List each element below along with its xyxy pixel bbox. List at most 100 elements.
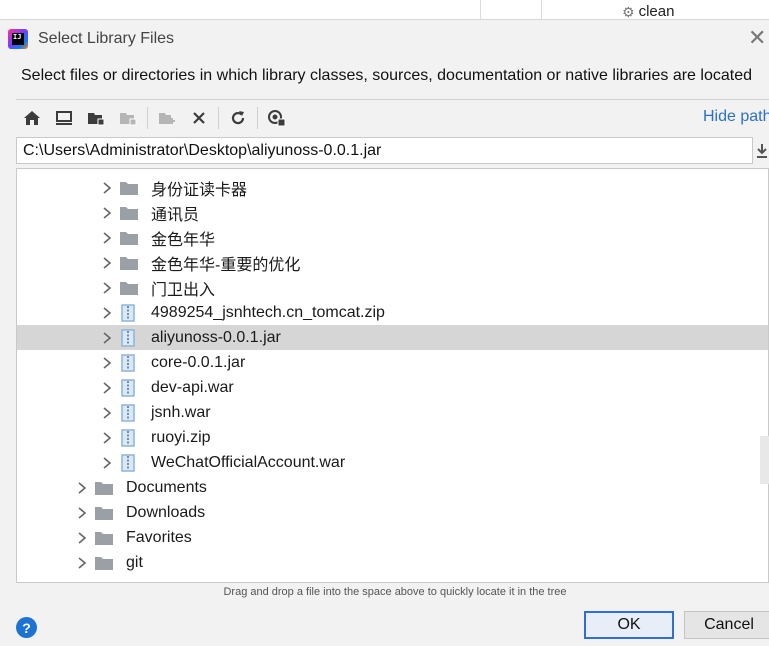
tree-row[interactable]: Downloads	[17, 500, 768, 525]
folder-icon	[120, 257, 138, 270]
folder-icon	[95, 482, 113, 495]
desktop-icon	[56, 111, 72, 125]
new-folder-icon	[159, 113, 175, 124]
background-divider	[541, 0, 542, 19]
tree-row[interactable]: Documents	[17, 475, 768, 500]
cancel-button[interactable]: Cancel	[684, 611, 769, 639]
tree-item-label: 身份证读卡器	[151, 181, 248, 199]
refresh-button[interactable]	[222, 104, 254, 132]
tree-row[interactable]: dev-api.war	[17, 375, 768, 400]
tree-item-label: Downloads	[126, 503, 206, 521]
tree-row[interactable]: 门卫出入	[17, 275, 768, 300]
chevron-right-icon[interactable]	[102, 332, 112, 344]
folder-icon	[95, 532, 113, 545]
ok-button[interactable]: OK	[584, 611, 674, 639]
toolbar-separator	[257, 107, 258, 129]
delete-icon	[193, 112, 205, 124]
tree-item-label: git	[126, 553, 143, 571]
chevron-right-icon[interactable]	[102, 307, 112, 319]
refresh-icon	[231, 111, 245, 125]
dialog-title-bar: IJ Select Library Files ✕	[0, 20, 769, 58]
folder-icon	[120, 182, 138, 195]
scrollbar-thumb[interactable]	[760, 436, 769, 484]
background-clean-item: ⚙ clean	[622, 3, 675, 21]
show-hidden-files-button[interactable]	[261, 104, 293, 132]
chevron-right-icon[interactable]	[102, 457, 112, 469]
module-folder-icon	[120, 113, 137, 126]
archive-file-icon	[121, 429, 135, 447]
chevron-right-icon[interactable]	[102, 207, 112, 219]
chevron-right-icon[interactable]	[102, 257, 112, 269]
hide-path-link[interactable]: Hide path	[703, 108, 769, 126]
chevron-right-icon[interactable]	[77, 482, 87, 494]
archive-file-icon	[121, 304, 135, 322]
tree-item-label: Documents	[126, 478, 207, 496]
tree-item-label: 门卫出入	[151, 281, 216, 299]
tree-item-label: core-0.0.1.jar	[151, 353, 246, 371]
tree-row[interactable]: core-0.0.1.jar	[17, 350, 768, 375]
tree-item-label: 4989254_jsnhtech.cn_tomcat.zip	[151, 303, 385, 321]
tree-item-label: aliyunoss-0.0.1.jar	[151, 328, 281, 346]
divider	[16, 99, 769, 100]
drag-drop-hint: Drag and drop a file into the space abov…	[223, 586, 567, 598]
intellij-logo-icon: IJ	[8, 29, 28, 49]
chevron-right-icon[interactable]	[102, 282, 112, 294]
folder-icon	[95, 507, 113, 520]
tree-row[interactable]: 通讯员	[17, 200, 768, 225]
tree-item-label: 通讯员	[151, 206, 200, 224]
tree-item-label: Favorites	[126, 528, 192, 546]
tree-row[interactable]: aliyunoss-0.0.1.jar	[17, 325, 768, 350]
chevron-right-icon[interactable]	[102, 357, 112, 369]
file-tree[interactable]: 身份证读卡器 通讯员金色年华金色年华-重要的优化 门卫出入 4989254_jsnht…	[16, 168, 769, 583]
module-directory-button[interactable]	[112, 104, 144, 132]
chevron-right-icon[interactable]	[77, 507, 87, 519]
chevron-right-icon[interactable]	[102, 432, 112, 444]
tree-row[interactable]: jsnh.war	[17, 400, 768, 425]
path-input[interactable]	[16, 137, 753, 164]
tree-item-label: ruoyi.zip	[151, 428, 211, 446]
folder-icon	[95, 557, 113, 570]
project-folder-icon	[88, 113, 105, 126]
desktop-button[interactable]	[48, 104, 80, 132]
tree-item-label: jsnh.war	[151, 403, 211, 421]
tree-item-label: 金色年华-重要的优化	[151, 256, 301, 274]
toolbar-separator	[218, 107, 219, 129]
new-folder-button[interactable]	[151, 104, 183, 132]
chevron-right-icon[interactable]	[102, 232, 112, 244]
folder-icon	[120, 232, 138, 245]
folder-icon	[120, 207, 138, 220]
background-divider	[480, 0, 481, 19]
home-button[interactable]	[16, 104, 48, 132]
help-button[interactable]: ?	[16, 617, 37, 638]
tree-item-label: 金色年华	[151, 231, 216, 249]
archive-file-icon	[121, 404, 135, 422]
close-icon[interactable]: ✕	[748, 27, 766, 49]
tree-row[interactable]: 金色年华	[17, 225, 768, 250]
toolbar-separator	[147, 107, 148, 129]
project-directory-button[interactable]	[80, 104, 112, 132]
archive-file-icon	[121, 354, 135, 372]
tree-item-label: WeChatOfficialAccount.war	[151, 453, 346, 471]
archive-file-icon	[121, 454, 135, 472]
tree-row[interactable]: WeChatOfficialAccount.war	[17, 450, 768, 475]
tree-row[interactable]: git	[17, 550, 768, 575]
tree-row[interactable]: ruoyi.zip	[17, 425, 768, 450]
home-icon	[24, 111, 40, 125]
archive-file-icon	[121, 379, 135, 397]
tree-row[interactable]: 4989254_jsnhtech.cn_tomcat.zip	[17, 300, 768, 325]
folder-icon	[120, 282, 138, 295]
tree-row[interactable]: Favorites	[17, 525, 768, 550]
gear-icon: ⚙	[622, 4, 635, 20]
chevron-right-icon[interactable]	[102, 182, 112, 194]
chevron-right-icon[interactable]	[102, 407, 112, 419]
chevron-right-icon[interactable]	[102, 382, 112, 394]
tree-item-label: dev-api.war	[151, 378, 234, 396]
delete-button[interactable]	[183, 104, 215, 132]
background-clean-label: clean	[638, 3, 675, 20]
tree-row[interactable]: 身份证读卡器	[17, 175, 768, 200]
tree-row[interactable]: 金色年华-重要的优化	[17, 250, 768, 275]
dialog-title: Select Library Files	[38, 30, 175, 47]
download-icon[interactable]	[755, 141, 769, 161]
chevron-right-icon[interactable]	[77, 557, 87, 569]
chevron-right-icon[interactable]	[77, 532, 87, 544]
